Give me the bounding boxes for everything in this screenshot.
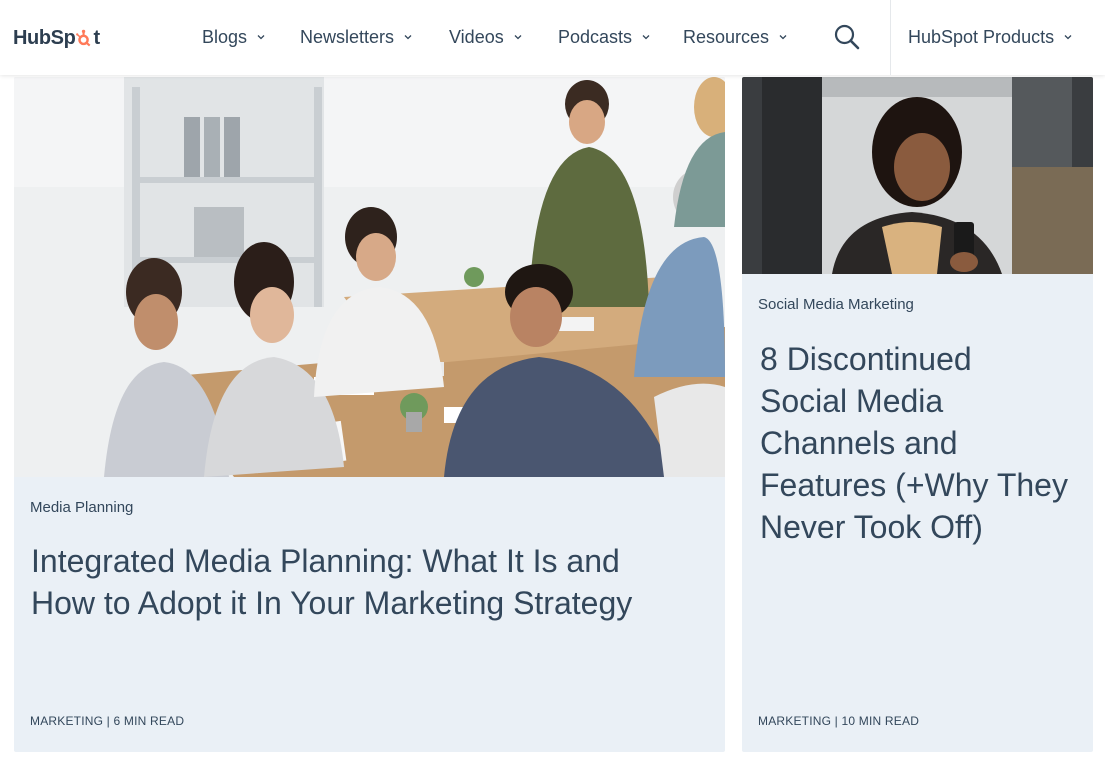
nav-blogs[interactable]: Blogs bbox=[202, 24, 265, 50]
title-line: 8 Discontinued bbox=[760, 341, 972, 377]
category-tag[interactable]: Media Planning bbox=[30, 499, 133, 516]
nav-resources[interactable]: Resources bbox=[683, 24, 787, 50]
site-header: HubSp t Blogs Newsletters Videos Podcast… bbox=[0, 0, 1105, 75]
article-card-integrated-media[interactable]: Media Planning Integrated Media Planning… bbox=[14, 77, 725, 752]
nav-hubspot-products[interactable]: HubSpot Products bbox=[908, 24, 1072, 50]
read-time-meta: MARKETING | 6 MIN READ bbox=[30, 714, 185, 728]
logo-text-part1: HubSp bbox=[13, 26, 76, 49]
article-title[interactable]: 8 Discontinued Social Media Channels and… bbox=[760, 338, 1068, 548]
article-card-discontinued-social[interactable]: Social Media Marketing 8 Discontinued So… bbox=[742, 77, 1093, 752]
nav-podcasts[interactable]: Podcasts bbox=[558, 24, 650, 50]
logo-text-part2: t bbox=[93, 26, 100, 49]
chevron-down-icon bbox=[779, 35, 787, 40]
title-line: Social Media bbox=[760, 383, 944, 419]
title-line: Features (+Why They bbox=[760, 467, 1068, 503]
woman-phone-illustration bbox=[742, 77, 1093, 274]
category-tag[interactable]: Social Media Marketing bbox=[758, 296, 914, 313]
nav-newsletters-label: Newsletters bbox=[300, 26, 395, 47]
chevron-down-icon bbox=[514, 35, 522, 40]
team-meeting-illustration bbox=[14, 77, 725, 477]
nav-newsletters[interactable]: Newsletters bbox=[300, 24, 412, 50]
search-icon[interactable] bbox=[833, 23, 861, 51]
chevron-down-icon bbox=[642, 35, 650, 40]
chevron-down-icon bbox=[404, 35, 412, 40]
title-line: Never Took Off) bbox=[760, 509, 983, 545]
title-line: Channels and bbox=[760, 425, 958, 461]
chevron-down-icon bbox=[257, 35, 265, 40]
article-title[interactable]: Integrated Media Planning: What It Is an… bbox=[31, 540, 632, 624]
nav-divider bbox=[890, 0, 891, 75]
sprocket-icon bbox=[76, 29, 91, 47]
title-line: How to Adopt it In Your Marketing Strate… bbox=[31, 585, 633, 621]
nav-podcasts-label: Podcasts bbox=[558, 26, 633, 47]
nav-videos[interactable]: Videos bbox=[449, 24, 522, 50]
nav-resources-label: Resources bbox=[683, 26, 770, 47]
woman-with-phone-photo[interactable] bbox=[742, 77, 1093, 274]
chevron-down-icon bbox=[1064, 35, 1072, 40]
nav-products-label: HubSpot Products bbox=[908, 26, 1055, 47]
nav-blogs-label: Blogs bbox=[202, 26, 248, 47]
nav-videos-label: Videos bbox=[449, 26, 504, 47]
title-line: Integrated Media Planning: What It Is an… bbox=[31, 543, 620, 579]
team-meeting-photo[interactable] bbox=[14, 77, 725, 477]
hubspot-logo[interactable]: HubSp t bbox=[13, 24, 100, 52]
read-time-meta: MARKETING | 10 MIN READ bbox=[758, 714, 920, 728]
